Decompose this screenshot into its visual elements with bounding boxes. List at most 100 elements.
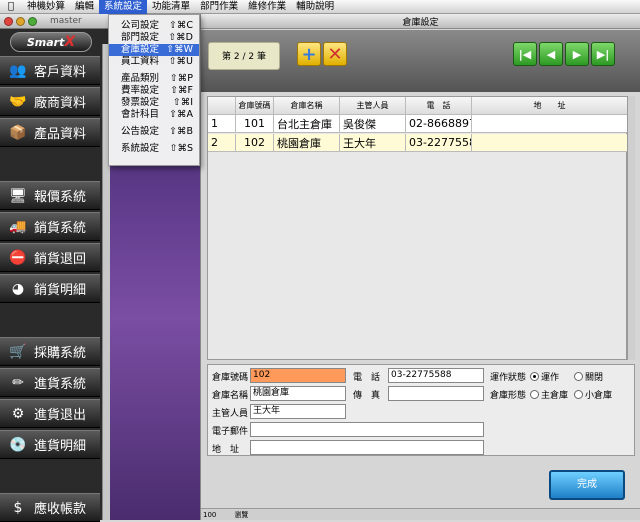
zoom-window-button[interactable] bbox=[28, 16, 37, 26]
shortcut-text: ⇧⌘F bbox=[170, 85, 193, 96]
table-cell: 2 bbox=[208, 134, 236, 151]
dropdown-item-1-1[interactable]: 費率設定 ⇧⌘F bbox=[109, 85, 199, 97]
status-closed-radio[interactable]: 關閉 bbox=[574, 370, 603, 383]
column-header: 電 話 bbox=[406, 97, 472, 114]
first-record-button[interactable]: |◀ bbox=[513, 42, 537, 66]
warehouse-name-label: 倉庫名稱 bbox=[212, 391, 249, 401]
sidebar-item-4[interactable]: 🚚 銷貨系統 bbox=[0, 212, 100, 241]
sidebar-item-1[interactable]: 🤝 廠商資料 bbox=[0, 87, 100, 116]
table-row[interactable]: 1101台北主倉庫吳俊傑02-86688971 bbox=[208, 115, 628, 133]
sidebar-item-label: 進貨系統 bbox=[34, 377, 87, 392]
address-field[interactable] bbox=[250, 440, 484, 455]
plus-icon: + bbox=[301, 43, 317, 65]
dropdown-item-label: 倉庫設定 bbox=[121, 44, 160, 55]
done-button[interactable]: 完成 bbox=[549, 470, 625, 500]
fax-field[interactable] bbox=[388, 386, 484, 401]
close-window-button[interactable] bbox=[4, 16, 13, 26]
shortcut-text: ⇧⌘D bbox=[168, 32, 193, 43]
sidebar-item-11[interactable]: $ 應收帳款 bbox=[0, 493, 100, 522]
manager-label: 主管人員 bbox=[212, 409, 249, 419]
sidebar-window-title: master bbox=[50, 16, 82, 26]
main-titlebar: 倉庫設定 bbox=[201, 14, 640, 29]
sidebar-item-9[interactable]: ⚙ 進貨退出 bbox=[0, 399, 100, 428]
dropdown-item-label: 系統設定 bbox=[121, 143, 160, 154]
menu-department[interactable]: 部門作業 bbox=[195, 0, 243, 14]
sidebar-titlebar: master bbox=[0, 14, 110, 29]
type-label: 倉庫形態 bbox=[490, 391, 527, 401]
sidebar-item-0[interactable]: 👥 客戶資料 bbox=[0, 56, 100, 85]
record-indicator: 第 2 / 2 筆 bbox=[208, 42, 280, 70]
delete-record-button[interactable]: ✕ bbox=[323, 42, 347, 66]
sidebar-item-10[interactable]: 💿 進貨明細 bbox=[0, 430, 100, 459]
dropdown-item-0-1[interactable]: 部門設定 ⇧⌘D bbox=[109, 32, 199, 44]
menu-app[interactable]: 神機妙算 bbox=[22, 0, 70, 14]
menu-edit[interactable]: 編輯 bbox=[70, 0, 99, 14]
dropdown-item-1-3[interactable]: 會計科目 ⇧⌘A bbox=[109, 109, 199, 121]
phone-field[interactable]: 03-22775588 bbox=[388, 368, 484, 383]
main-window-title: 倉庫設定 bbox=[402, 17, 439, 28]
warehouse-settings-window: 倉庫設定 第 2 / 2 筆 + ✕ |◀ ◀ ▶ ▶| 倉庫號碼 倉庫名稱 主管人… bbox=[200, 14, 640, 520]
sidebar-item-8[interactable]: ✏ 進貨系統 bbox=[0, 368, 100, 397]
table-header-row: 倉庫號碼 倉庫名稱 主管人員電 話地 址 bbox=[208, 97, 628, 115]
email-label: 電子郵件 bbox=[212, 427, 249, 437]
status-running-radio[interactable]: 運作 bbox=[530, 370, 559, 383]
menu-system-settings[interactable]: 系統設定 bbox=[99, 0, 148, 14]
menu-bar:  神機妙算 編輯 系統設定 功能清單 部門作業 維修作業 輔助說明 bbox=[0, 0, 640, 14]
warehouse-no-field[interactable]: 102 bbox=[250, 368, 346, 383]
email-field[interactable] bbox=[250, 422, 484, 437]
boxes-icon: 📦 bbox=[9, 124, 27, 141]
menu-functions[interactable]: 功能清單 bbox=[147, 0, 195, 14]
status-bar: 100 瀏覽 bbox=[201, 508, 640, 520]
dropdown-item-0-3[interactable]: 員工資料 ⇧⌘U bbox=[109, 56, 199, 68]
add-record-button[interactable]: + bbox=[297, 42, 321, 66]
type-small-radio[interactable]: 小倉庫 bbox=[574, 388, 612, 401]
minimize-window-button[interactable] bbox=[16, 16, 25, 26]
column-header: 倉庫名稱 bbox=[274, 97, 340, 114]
table-scrollbar[interactable] bbox=[627, 96, 635, 360]
zoom-level[interactable]: 100 bbox=[203, 511, 216, 519]
sidebar-item-2[interactable]: 📦 產品資料 bbox=[0, 118, 100, 147]
dropdown-item-0-2[interactable]: 倉庫設定 ⇧⌘W bbox=[109, 44, 199, 56]
dropdown-item-1-0[interactable]: 產品類別 ⇧⌘P bbox=[109, 73, 199, 85]
last-record-button[interactable]: ▶| bbox=[591, 42, 615, 66]
radio-selected-icon bbox=[530, 372, 539, 381]
no-entry-icon: ⛔ bbox=[9, 249, 27, 266]
sidebar-item-label: 報價系統 bbox=[34, 190, 87, 205]
table-row[interactable]: 2102桃園倉庫王大年03-22775588 bbox=[208, 134, 628, 152]
handshake-icon: 🤝 bbox=[9, 93, 27, 110]
mode-label[interactable]: 瀏覽 bbox=[234, 510, 248, 520]
type-small-label: 小倉庫 bbox=[585, 391, 613, 401]
warehouse-no-label: 倉庫號碼 bbox=[212, 373, 249, 383]
sidebar-item-5[interactable]: ⛔ 銷貨退回 bbox=[0, 243, 100, 272]
menu-help[interactable]: 輔助說明 bbox=[291, 0, 339, 14]
table-cell bbox=[472, 115, 628, 132]
next-record-button[interactable]: ▶ bbox=[565, 42, 589, 66]
truck-icon: 🚚 bbox=[9, 218, 27, 235]
status-closed-label: 關閉 bbox=[585, 373, 604, 383]
dropdown-item-2-0[interactable]: 公告設定 ⇧⌘B bbox=[109, 126, 199, 138]
dropdown-item-label: 產品類別 bbox=[121, 73, 160, 84]
dropdown-item-label: 發票設定 bbox=[121, 97, 160, 108]
dropdown-item-1-2[interactable]: 發票設定 ⇧⌘I bbox=[109, 97, 199, 109]
cart-icon: 🛒 bbox=[9, 343, 27, 360]
menu-maintenance[interactable]: 維修作業 bbox=[243, 0, 291, 14]
manager-field[interactable]: 王大年 bbox=[250, 404, 346, 419]
sidebar-item-3[interactable]: 🖥 報價系統 bbox=[0, 181, 100, 210]
shortcut-text: ⇧⌘A bbox=[169, 109, 193, 120]
radio-empty-icon bbox=[574, 372, 583, 381]
logo-text: Smart bbox=[26, 36, 65, 49]
prev-record-button[interactable]: ◀ bbox=[539, 42, 563, 66]
apple-menu-icon[interactable]:  bbox=[0, 1, 22, 12]
sidebar-window: master SmartX 👥 客戶資料 🤝 廠商資料 📦 產品資料 🖥 報價系統 🚚 銷貨系統 ⛔… bbox=[0, 14, 110, 522]
phone-label: 電 話 bbox=[353, 373, 381, 383]
dropdown-item-0-0[interactable]: 公司設定 ⇧⌘C bbox=[109, 20, 199, 32]
radio-empty-icon bbox=[530, 390, 539, 399]
sidebar-item-label: 採購系統 bbox=[34, 346, 87, 361]
table-cell: 03-22775588 bbox=[406, 134, 472, 151]
type-main-radio[interactable]: 主倉庫 bbox=[530, 388, 568, 401]
warehouse-name-field[interactable]: 桃園倉庫 bbox=[250, 386, 346, 401]
status-label: 運作狀態 bbox=[490, 373, 527, 383]
sidebar-item-6[interactable]: ◕ 銷貨明細 bbox=[0, 274, 100, 303]
sidebar-item-7[interactable]: 🛒 採購系統 bbox=[0, 337, 100, 366]
dropdown-item-3-0[interactable]: 系統設定 ⇧⌘S bbox=[109, 143, 199, 155]
